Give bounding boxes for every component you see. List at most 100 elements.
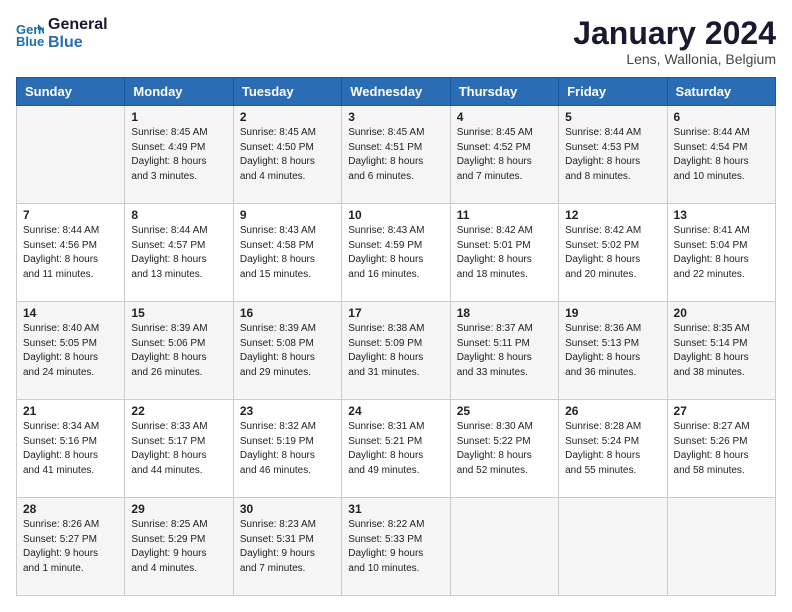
day-number: 3 (348, 110, 443, 124)
day-info: Sunrise: 8:39 AM Sunset: 5:08 PM Dayligh… (240, 322, 335, 380)
day-number: 5 (565, 110, 660, 124)
calendar-cell: 14Sunrise: 8:40 AM Sunset: 5:05 PM Dayli… (17, 302, 125, 400)
calendar-cell: 17 Sunrise: 8:38 AM Sunset: 5:09 PM Dayli… (342, 302, 450, 400)
calendar-cell: 21Sunrise: 8:34 AM Sunset: 5:16 PM Dayli… (17, 400, 125, 498)
day-number: 30 (240, 502, 335, 516)
calendar-week-row: 1 Sunrise: 8:45 AM Sunset: 4:49 PM Daylig… (17, 106, 776, 204)
svg-text:Blue: Blue (16, 34, 44, 48)
day-number: 4 (457, 110, 552, 124)
calendar-cell: 19Sunrise: 8:36 AM Sunset: 5:13 PM Dayli… (559, 302, 667, 400)
calendar-cell: 30 Sunrise: 8:23 AM Sunset: 5:31 PM Dayli… (233, 498, 341, 596)
calendar-table: SundayMondayTuesdayWednesdayThursdayFrid… (16, 77, 776, 596)
weekday-header-cell: Wednesday (342, 78, 450, 106)
weekday-header-row: SundayMondayTuesdayWednesdayThursdayFrid… (17, 78, 776, 106)
day-number: 9 (240, 208, 335, 222)
logo: General Blue General Blue (16, 16, 108, 51)
calendar-cell: 20 Sunrise: 8:35 AM Sunset: 5:14 PM Dayli… (667, 302, 775, 400)
month-title: January 2024 (573, 16, 776, 51)
day-info: Sunrise: 8:38 AM Sunset: 5:09 PM Dayligh… (348, 322, 443, 380)
calendar-cell: 5Sunrise: 8:44 AM Sunset: 4:53 PM Daylig… (559, 106, 667, 204)
day-info: Sunrise: 8:44 AM Sunset: 4:57 PM Dayligh… (131, 224, 226, 282)
calendar-cell: 22 Sunrise: 8:33 AM Sunset: 5:17 PM Dayli… (125, 400, 233, 498)
calendar-cell: 13Sunrise: 8:41 AM Sunset: 5:04 PM Dayli… (667, 204, 775, 302)
day-info: Sunrise: 8:34 AM Sunset: 5:16 PM Dayligh… (23, 420, 118, 478)
calendar-cell: 7Sunrise: 8:44 AM Sunset: 4:56 PM Daylig… (17, 204, 125, 302)
calendar-cell (559, 498, 667, 596)
calendar-cell: 15 Sunrise: 8:39 AM Sunset: 5:06 PM Dayli… (125, 302, 233, 400)
day-info: Sunrise: 8:45 AM Sunset: 4:52 PM Dayligh… (457, 126, 552, 184)
calendar-week-row: 21Sunrise: 8:34 AM Sunset: 5:16 PM Dayli… (17, 400, 776, 498)
calendar-cell: 1 Sunrise: 8:45 AM Sunset: 4:49 PM Daylig… (125, 106, 233, 204)
logo-icon: General Blue (16, 20, 44, 48)
day-info: Sunrise: 8:28 AM Sunset: 5:24 PM Dayligh… (565, 420, 660, 478)
day-info: Sunrise: 8:35 AM Sunset: 5:14 PM Dayligh… (674, 322, 769, 380)
day-number: 11 (457, 208, 552, 222)
day-number: 1 (131, 110, 226, 124)
day-number: 27 (674, 404, 769, 418)
header: General Blue General Blue January 2024 L… (16, 16, 776, 67)
calendar-cell: 23Sunrise: 8:32 AM Sunset: 5:19 PM Dayli… (233, 400, 341, 498)
location: Lens, Wallonia, Belgium (573, 51, 776, 67)
day-number: 7 (23, 208, 118, 222)
calendar-cell: 3 Sunrise: 8:45 AM Sunset: 4:51 PM Daylig… (342, 106, 450, 204)
day-info: Sunrise: 8:37 AM Sunset: 5:11 PM Dayligh… (457, 322, 552, 380)
day-number: 18 (457, 306, 552, 320)
logo-line1: General (48, 16, 108, 34)
calendar-cell: 24Sunrise: 8:31 AM Sunset: 5:21 PM Dayli… (342, 400, 450, 498)
calendar-cell: 25Sunrise: 8:30 AM Sunset: 5:22 PM Dayli… (450, 400, 558, 498)
day-number: 6 (674, 110, 769, 124)
day-number: 14 (23, 306, 118, 320)
day-number: 12 (565, 208, 660, 222)
day-info: Sunrise: 8:33 AM Sunset: 5:17 PM Dayligh… (131, 420, 226, 478)
day-number: 23 (240, 404, 335, 418)
day-number: 28 (23, 502, 118, 516)
day-number: 25 (457, 404, 552, 418)
weekday-header-cell: Thursday (450, 78, 558, 106)
day-info: Sunrise: 8:22 AM Sunset: 5:33 PM Dayligh… (348, 518, 443, 576)
day-info: Sunrise: 8:43 AM Sunset: 4:59 PM Dayligh… (348, 224, 443, 282)
calendar-cell: 31 Sunrise: 8:22 AM Sunset: 5:33 PM Dayli… (342, 498, 450, 596)
calendar-cell: 6 Sunrise: 8:44 AM Sunset: 4:54 PM Daylig… (667, 106, 775, 204)
calendar-week-row: 14Sunrise: 8:40 AM Sunset: 5:05 PM Dayli… (17, 302, 776, 400)
day-info: Sunrise: 8:42 AM Sunset: 5:01 PM Dayligh… (457, 224, 552, 282)
calendar-cell: 10 Sunrise: 8:43 AM Sunset: 4:59 PM Dayli… (342, 204, 450, 302)
day-number: 31 (348, 502, 443, 516)
weekday-header-cell: Friday (559, 78, 667, 106)
day-number: 29 (131, 502, 226, 516)
day-number: 26 (565, 404, 660, 418)
calendar-cell: 28 Sunrise: 8:26 AM Sunset: 5:27 PM Dayli… (17, 498, 125, 596)
calendar-cell: 29Sunrise: 8:25 AM Sunset: 5:29 PM Dayli… (125, 498, 233, 596)
weekday-header-cell: Saturday (667, 78, 775, 106)
calendar-cell: 27Sunrise: 8:27 AM Sunset: 5:26 PM Dayli… (667, 400, 775, 498)
day-info: Sunrise: 8:26 AM Sunset: 5:27 PM Dayligh… (23, 518, 118, 576)
weekday-header-cell: Monday (125, 78, 233, 106)
day-number: 10 (348, 208, 443, 222)
day-info: Sunrise: 8:42 AM Sunset: 5:02 PM Dayligh… (565, 224, 660, 282)
calendar-cell: 18 Sunrise: 8:37 AM Sunset: 5:11 PM Dayli… (450, 302, 558, 400)
calendar-cell (450, 498, 558, 596)
calendar-cell: 4 Sunrise: 8:45 AM Sunset: 4:52 PM Daylig… (450, 106, 558, 204)
calendar-cell: 26 Sunrise: 8:28 AM Sunset: 5:24 PM Dayli… (559, 400, 667, 498)
calendar-body: 1 Sunrise: 8:45 AM Sunset: 4:49 PM Daylig… (17, 106, 776, 596)
page: General Blue General Blue January 2024 L… (0, 0, 792, 612)
calendar-cell: 16Sunrise: 8:39 AM Sunset: 5:08 PM Dayli… (233, 302, 341, 400)
day-info: Sunrise: 8:39 AM Sunset: 5:06 PM Dayligh… (131, 322, 226, 380)
calendar-cell: 9 Sunrise: 8:43 AM Sunset: 4:58 PM Daylig… (233, 204, 341, 302)
day-info: Sunrise: 8:23 AM Sunset: 5:31 PM Dayligh… (240, 518, 335, 576)
day-number: 8 (131, 208, 226, 222)
day-info: Sunrise: 8:45 AM Sunset: 4:49 PM Dayligh… (131, 126, 226, 184)
calendar-cell (17, 106, 125, 204)
day-number: 17 (348, 306, 443, 320)
day-number: 2 (240, 110, 335, 124)
day-info: Sunrise: 8:41 AM Sunset: 5:04 PM Dayligh… (674, 224, 769, 282)
calendar-cell: 11 Sunrise: 8:42 AM Sunset: 5:01 PM Dayli… (450, 204, 558, 302)
calendar-cell: 12 Sunrise: 8:42 AM Sunset: 5:02 PM Dayli… (559, 204, 667, 302)
weekday-header-cell: Sunday (17, 78, 125, 106)
day-number: 20 (674, 306, 769, 320)
day-number: 15 (131, 306, 226, 320)
day-info: Sunrise: 8:43 AM Sunset: 4:58 PM Dayligh… (240, 224, 335, 282)
day-info: Sunrise: 8:44 AM Sunset: 4:54 PM Dayligh… (674, 126, 769, 184)
day-number: 22 (131, 404, 226, 418)
day-info: Sunrise: 8:45 AM Sunset: 4:51 PM Dayligh… (348, 126, 443, 184)
calendar-cell (667, 498, 775, 596)
